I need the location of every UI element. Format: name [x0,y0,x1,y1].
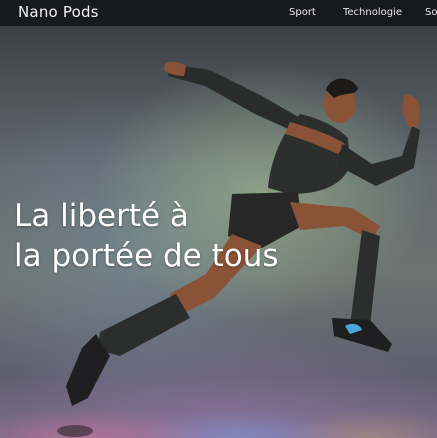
page: Nano Pods Sport Technologie So La libert… [0,0,437,438]
nav-link-support[interactable]: So [425,7,437,18]
athlete-front-shoe [332,318,392,352]
hero-headline-line-2: la portée de tous [14,238,279,274]
shoe-reflection [57,425,93,437]
hero-headline: La liberté à la portée de tous [14,196,279,276]
nav-link-technologie[interactable]: Technologie [343,7,402,18]
hero-banner: La liberté à la portée de tous [0,26,437,438]
athlete-torso [268,114,350,194]
hero-headline-line-1: La liberté à [14,198,189,234]
brand-logo[interactable]: Nano Pods [18,3,99,21]
top-nav-bar: Nano Pods Sport Technologie So [0,0,437,26]
athlete-rear-sock [98,294,190,356]
athlete-right-arm [338,126,420,186]
athlete-right-hand [402,94,420,128]
athlete-left-arm [168,64,300,132]
athlete-left-hand [164,61,186,76]
nav-link-sport[interactable]: Sport [289,7,316,18]
athlete-front-sock [350,230,380,326]
